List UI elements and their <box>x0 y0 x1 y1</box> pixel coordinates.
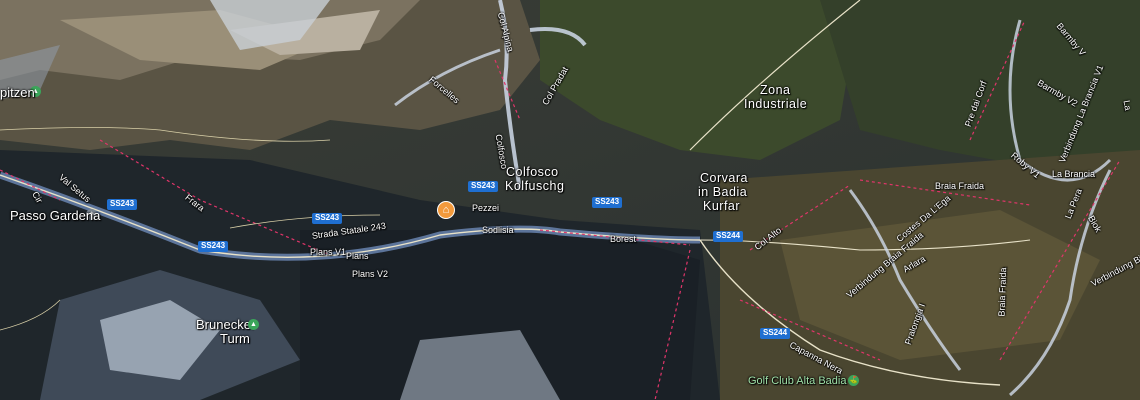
label-turm: Turm <box>220 331 250 346</box>
label-passo-gardena: Passo Gardena <box>10 208 101 223</box>
label-la: La <box>1121 99 1134 112</box>
label-kolfuschg: Kolfuschg <box>505 179 565 193</box>
road-shield-ss243: SS243 <box>312 213 343 224</box>
label-golf-club: Golf Club Alta Badia <box>748 375 847 387</box>
label-colfosco: Colfosco <box>506 165 559 179</box>
terrain-layer <box>0 0 1140 400</box>
label-borest: Borest <box>610 234 637 244</box>
golf-icon[interactable]: ⛳ <box>848 375 859 386</box>
label-zona: Zona <box>760 83 791 97</box>
mountain-peak-icon[interactable]: ▲ <box>248 319 259 330</box>
label-la-brancia: La Brancia <box>1052 169 1096 179</box>
road-shield-ss243: SS243 <box>468 181 499 192</box>
label-sodlisia: Sodlisia <box>482 225 514 235</box>
label-kurfar: Kurfar <box>703 199 741 213</box>
home-pin-icon[interactable]: ⌂ <box>437 201 455 219</box>
road-shield-ss243: SS243 <box>592 197 623 208</box>
label-pitzen: pitzen <box>0 85 35 100</box>
label-brunecker: Brunecker <box>196 317 256 332</box>
label-in-badia: in Badia <box>698 185 748 199</box>
label-corvara: Corvara <box>700 171 748 185</box>
label-plans: Plans <box>346 251 369 261</box>
road-shield-ss243: SS243 <box>198 241 229 252</box>
road-shield-ss244: SS244 <box>713 231 744 242</box>
label-braia-fraida-2: Braia Fraida <box>996 267 1009 317</box>
satellite-map[interactable]: ▲ pitzen ◆ Passo Gardena Cir Val Setus F… <box>0 0 1140 400</box>
label-pezzei: Pezzei <box>472 203 500 213</box>
label-braia-fraida: Braia Fraida <box>935 181 985 191</box>
label-industriale: Industriale <box>744 97 808 111</box>
road-shield-ss243: SS243 <box>107 199 138 210</box>
label-plans-v2: Plans V2 <box>352 269 389 279</box>
road-shield-ss244: SS244 <box>760 328 791 339</box>
label-plans-v1: Plans V1 <box>310 247 347 257</box>
